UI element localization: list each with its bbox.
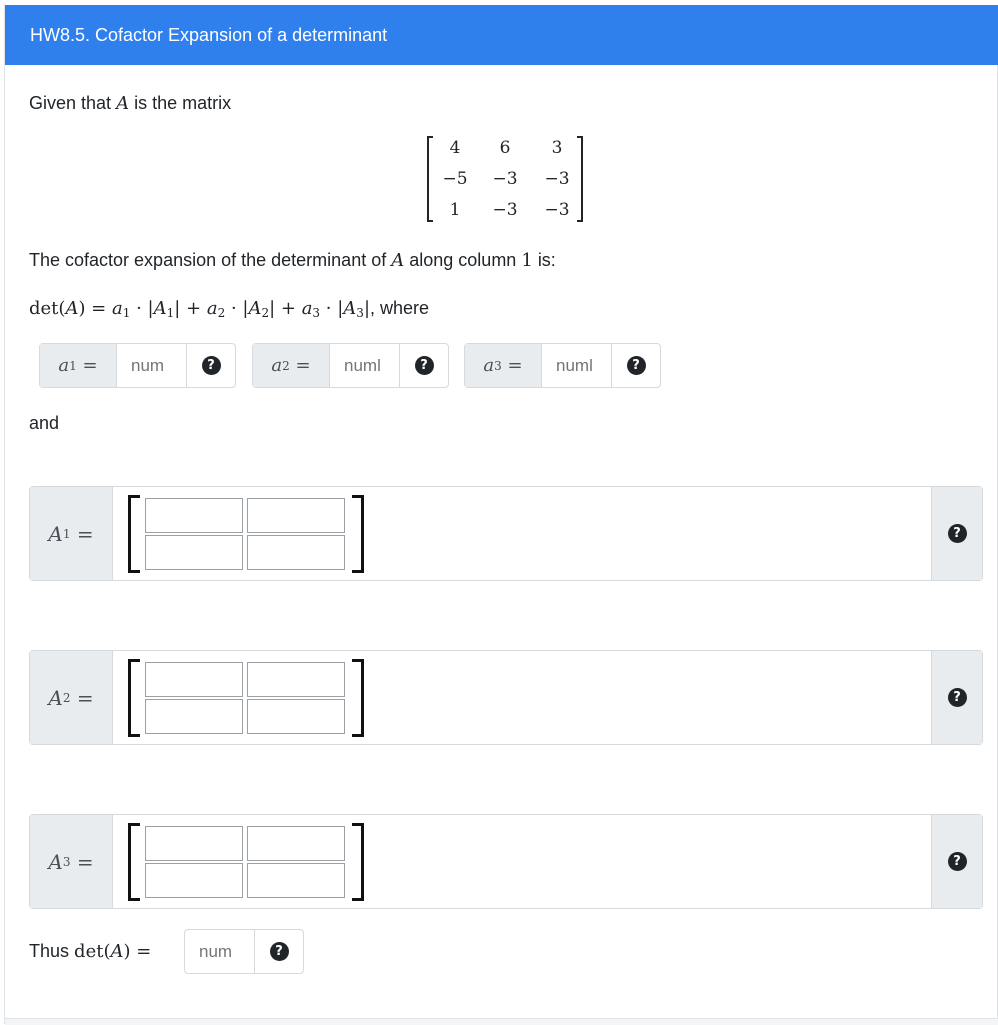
A3-cell-1-2[interactable] [247, 826, 345, 861]
question-circle-icon: ? [947, 852, 967, 871]
A3-cell-2-1[interactable] [145, 863, 243, 898]
matrix-right-bracket [352, 659, 364, 737]
det-input-group: ? [184, 929, 304, 974]
matrix-cell: 4 [449, 138, 461, 158]
matrix-cell: −3 [544, 169, 570, 189]
A2-help-button[interactable]: ? [931, 651, 982, 744]
A2-matrix-input-group: A2 = ? [29, 650, 983, 745]
a2-input[interactable] [330, 344, 400, 387]
A2-cell-2-2[interactable] [247, 699, 345, 734]
matrix-cell: −3 [492, 169, 518, 189]
a3-input[interactable] [542, 344, 612, 387]
matrix-left-bracket [128, 823, 140, 901]
question-circle-icon: ? [201, 356, 221, 375]
A2-cell-1-2[interactable] [247, 662, 345, 697]
final-det-label: Thus det(A) = [29, 941, 152, 962]
question-circle-icon: ? [947, 688, 967, 707]
A1-label: A1 = [30, 487, 113, 580]
det-help-button[interactable]: ? [255, 930, 303, 973]
matrix-right-bracket [352, 495, 364, 573]
A1-cell-1-2[interactable] [247, 498, 345, 533]
A1-help-button[interactable]: ? [931, 487, 982, 580]
expansion-text: The cofactor expansion of the determinan… [29, 250, 556, 271]
matrix-cell: −5 [442, 169, 468, 189]
A3-label: A3 = [30, 815, 113, 908]
question-circle-icon: ? [947, 524, 967, 543]
a3-label: a3 = [465, 344, 542, 387]
matrix-cell: 3 [551, 138, 563, 158]
A2-cell-2-1[interactable] [145, 699, 243, 734]
matrix-cell: 1 [449, 200, 461, 220]
A3-matrix-input-group: A3 = ? [29, 814, 983, 909]
matrix-cell: −3 [544, 200, 570, 220]
det-input[interactable] [185, 930, 255, 973]
A1-matrix-input-group: A1 = ? [29, 486, 983, 581]
question-circle-icon: ? [269, 942, 289, 961]
A1-cell-2-1[interactable] [145, 535, 243, 570]
A2-label: A2 = [30, 651, 113, 744]
a1-input-group: a1 = ? [39, 343, 236, 388]
matrix-cell: −3 [492, 200, 518, 220]
A3-help-button[interactable]: ? [931, 815, 982, 908]
matrix-left-bracket [128, 495, 140, 573]
A2-cell-1-1[interactable] [145, 662, 243, 697]
a2-input-group: a2 = ? [252, 343, 449, 388]
question-circle-icon: ? [626, 356, 646, 375]
a3-input-group: a3 = ? [464, 343, 661, 388]
A3-cell-2-2[interactable] [247, 863, 345, 898]
a3-help-button[interactable]: ? [612, 344, 660, 387]
a1-label: a1 = [40, 344, 117, 387]
matrix-left-bracket [128, 659, 140, 737]
and-text: and [29, 413, 60, 433]
A3-cell-1-1[interactable] [145, 826, 243, 861]
A1-cell-1-1[interactable] [145, 498, 243, 533]
matrix-left-bracket [427, 136, 433, 222]
question-title: HW8.5. Cofactor Expansion of a determina… [5, 5, 998, 65]
intro-text: Given that A is the matrix [29, 93, 232, 114]
a2-label: a2 = [253, 344, 330, 387]
question-circle-icon: ? [414, 356, 434, 375]
matrix-A: 4 6 3 −5 −3 −3 1 −3 −3 [427, 136, 583, 222]
determinant-formula: det(A) = a1 · |A1| + a2 · |A2| + a3 · |A… [29, 298, 430, 320]
a2-help-button[interactable]: ? [400, 344, 448, 387]
matrix-cell: 6 [499, 138, 511, 158]
matrix-right-bracket [352, 823, 364, 901]
a1-input[interactable] [117, 344, 187, 387]
A1-cell-2-2[interactable] [247, 535, 345, 570]
a1-help-button[interactable]: ? [187, 344, 235, 387]
matrix-right-bracket [577, 136, 583, 222]
